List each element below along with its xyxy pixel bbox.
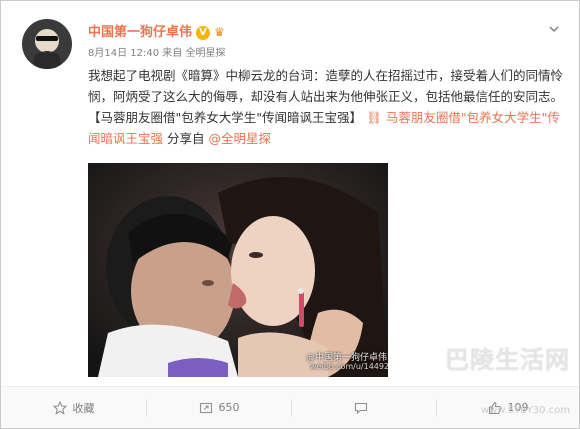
post-body: 我想起了电视剧《暗算》中柳云龙的台词：造孽的人在招摇过市，接受着人们的同情怜悯，… — [88, 68, 564, 104]
site-watermark: 巴陵生活网 — [445, 346, 570, 374]
source-link[interactable]: 全明星探 — [185, 48, 225, 59]
favorite-button[interactable]: 收藏 — [1, 387, 146, 428]
username-row: 中国第一狗仔卓伟 V ♛ — [88, 21, 225, 40]
post-meta: 8月14日 12:40 来自 全明星探 — [88, 44, 225, 59]
star-icon — [52, 400, 67, 415]
repost-button[interactable]: 650 — [147, 387, 291, 428]
share-prefix: 分享自 — [167, 131, 205, 146]
avatar[interactable] — [22, 19, 72, 69]
link-icon: ⛓ — [365, 110, 382, 125]
post-headline: 【马蓉朋友圈借"包养女大学生"传闻暗讽王宝强】 — [88, 110, 362, 125]
site-watermark-url: www.5Y8Y30.com — [481, 405, 570, 416]
post-text: 我想起了电视剧《暗算》中柳云龙的台词：造孽的人在招摇过市，接受着人们的同情怜悯，… — [88, 65, 568, 149]
repost-count: 650 — [218, 401, 240, 414]
chevron-down-icon[interactable] — [547, 21, 561, 35]
source-prefix: 来自 — [162, 48, 183, 59]
photo-watermark-url: weibo.com/u/1449200 — [310, 362, 388, 371]
username-link[interactable]: 中国第一狗仔卓伟 — [88, 25, 192, 40]
share-source-link[interactable]: @全明星探 — [209, 131, 272, 146]
member-crown-icon: ♛ — [214, 25, 225, 39]
repost-icon — [199, 401, 213, 415]
verified-icon: V — [196, 26, 211, 40]
post-date[interactable]: 8月14日 12:40 — [88, 48, 159, 59]
comment-icon — [354, 401, 368, 415]
comment-button[interactable] — [292, 387, 436, 428]
favorite-label: 收藏 — [72, 401, 95, 415]
post-photo[interactable]: @中国第一狗仔卓伟 weibo.com/u/1449200 — [88, 163, 388, 377]
